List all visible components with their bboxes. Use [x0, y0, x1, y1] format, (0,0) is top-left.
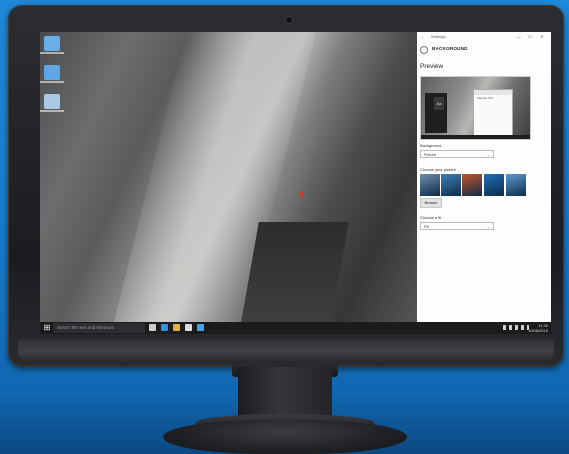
clock[interactable]: 11:30 10/08/2015 [528, 323, 548, 333]
picture-thumbnail-5[interactable] [506, 174, 526, 196]
window-title: Settings [431, 34, 446, 39]
wallpaper-rock-outcrop [241, 222, 349, 322]
fit-dropdown[interactable]: Fill ⌄ [420, 222, 494, 230]
monitor: ⊞ Search the web and Windows 11:30 10/08… [8, 5, 564, 367]
clock-date: 10/08/2015 [527, 328, 548, 333]
store-icon[interactable] [185, 324, 192, 331]
settings-window: ← Settings — ☐ ✕ BACKGROUND Preview Aa S… [417, 32, 551, 322]
fit-dropdown-value: Fill [424, 225, 429, 229]
preview-window: Sample Text [473, 89, 513, 137]
preview-sample-text: Sample Text [477, 96, 494, 100]
desktop-wallpaper [40, 32, 417, 322]
webcam [286, 17, 292, 23]
choose-fit-label: Choose a fit [420, 215, 442, 220]
settings-titlebar: ← Settings — ☐ ✕ [417, 32, 551, 42]
file-explorer-icon[interactable] [173, 324, 180, 331]
taskbar-search-box[interactable]: Search the web and Windows [53, 323, 145, 333]
edge-icon[interactable] [161, 324, 168, 331]
wallpaper-climber [299, 192, 303, 197]
desktop-icon-shortcut[interactable] [40, 94, 64, 112]
maximize-button[interactable]: ☐ [526, 32, 534, 42]
start-button[interactable]: ⊞ [42, 323, 52, 333]
browse-button[interactable]: Browse [420, 198, 442, 208]
choose-picture-label: Choose your picture [420, 167, 456, 172]
monitor-chin [18, 339, 554, 361]
screen: ⊞ Search the web and Windows 11:30 10/08… [40, 32, 551, 334]
chevron-down-icon: ⌄ [486, 152, 490, 157]
settings-header: BACKGROUND [420, 45, 548, 55]
picture-thumbnails [420, 174, 528, 196]
gear-icon [420, 46, 428, 54]
background-dropdown-value: Picture [424, 153, 436, 157]
background-label: Background [420, 143, 442, 148]
picture-thumbnail-2[interactable] [441, 174, 461, 196]
preview-taskbar [421, 135, 530, 139]
minimize-button[interactable]: — [515, 32, 523, 42]
task-view-icon[interactable] [149, 324, 156, 331]
desktop-icon-this-pc[interactable] [40, 36, 64, 54]
settings-taskbar-icon[interactable] [197, 324, 204, 331]
system-tray-icons[interactable] [503, 325, 529, 330]
preview-tile: Aa [434, 97, 444, 110]
page-title: BACKGROUND [432, 46, 468, 51]
close-button[interactable]: ✕ [538, 32, 546, 42]
chevron-down-icon: ⌄ [486, 224, 490, 229]
monitor-stand-neck [238, 367, 332, 420]
preview-heading: Preview [420, 63, 444, 70]
back-arrow-icon[interactable]: ← [421, 32, 425, 42]
monitor-stand-base [163, 420, 407, 454]
background-dropdown[interactable]: Picture ⌄ [420, 150, 494, 158]
background-preview: Aa Sample Text [420, 76, 531, 140]
desktop-icon-recycle-bin[interactable] [40, 65, 64, 83]
picture-thumbnail-3[interactable] [462, 174, 482, 196]
picture-thumbnail-1[interactable] [420, 174, 440, 196]
picture-thumbnail-4[interactable] [484, 174, 504, 196]
preview-window-bar [474, 90, 512, 95]
taskbar: ⊞ Search the web and Windows 11:30 10/08… [40, 322, 551, 334]
